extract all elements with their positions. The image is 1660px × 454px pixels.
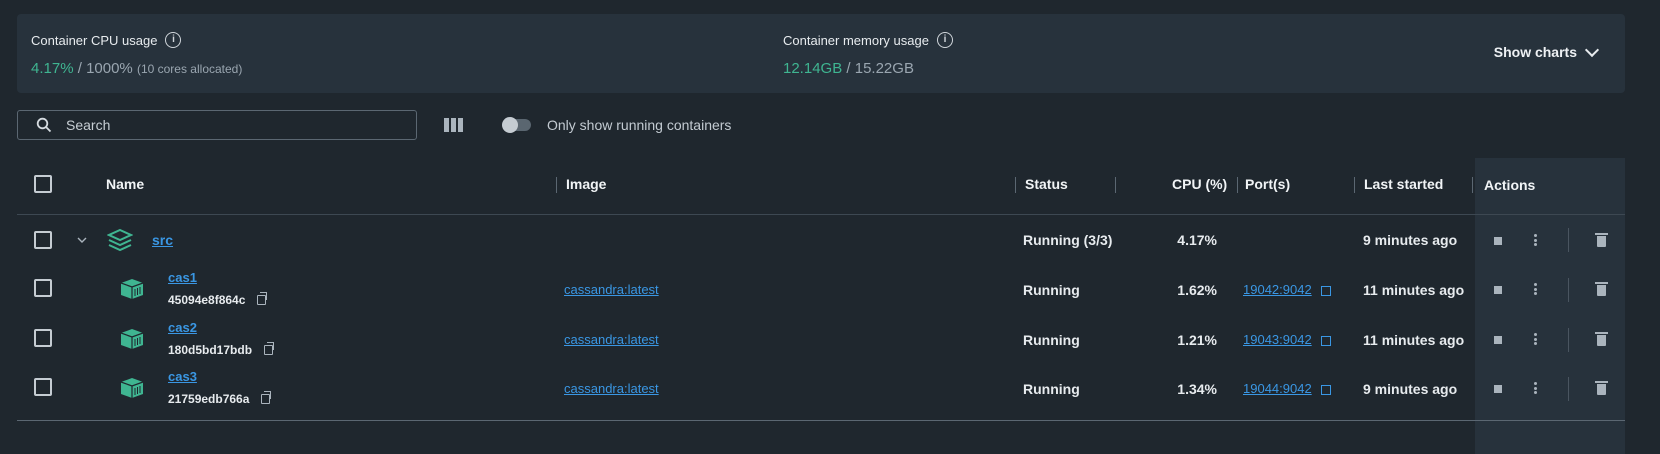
table-row: cas3 21759edb766a cassandra:latest Runni… [17,365,1475,413]
cpu-sep: / [77,60,82,77]
container-last-started: 11 minutes ago [1363,332,1465,348]
stop-icon[interactable] [1494,286,1502,294]
container-status: Running [1023,282,1080,298]
table-row: src Running (3/3) 4.17% 9 minutes ago [17,216,1475,264]
select-all-checkbox[interactable] [34,175,52,193]
stack-icon [107,228,133,252]
header-image[interactable]: Image [566,176,606,192]
table-row: cas1 45094e8f864c cassandra:latest Runni… [17,266,1475,314]
group-last-started: 9 minutes ago [1363,232,1458,248]
delete-icon[interactable] [1595,332,1608,346]
container-name-link[interactable]: cas2 [168,320,197,335]
row-checkbox[interactable] [34,231,52,249]
header-last-started[interactable]: Last started [1364,176,1443,192]
more-options-icon[interactable] [1534,283,1537,295]
stop-icon[interactable] [1494,336,1502,344]
row-checkbox[interactable] [34,378,52,396]
search-input[interactable] [64,116,388,134]
delete-icon[interactable] [1595,282,1608,296]
group-status: Running (3/3) [1023,232,1113,248]
container-last-started: 11 minutes ago [1363,282,1465,298]
external-link-icon[interactable] [1321,335,1332,346]
header-actions: Actions [1484,177,1536,193]
info-icon[interactable]: i [936,32,953,48]
stop-icon[interactable] [1494,385,1502,393]
container-id: 45094e8f864c [168,293,246,307]
column-divider[interactable] [1015,177,1016,193]
show-charts-label: Show charts [1493,44,1577,60]
memory-sep: / [846,60,851,77]
container-icon [120,378,144,398]
stats-panel: Container CPU usage i 4.17% / 1000% (10 … [17,14,1625,93]
port-link[interactable]: 19043:9042 [1243,332,1312,347]
group-cpu: 4.17% [1177,232,1217,248]
container-name-link[interactable]: cas3 [168,369,197,384]
chevron-down-icon [1584,42,1600,58]
container-actions [1475,365,1625,413]
memory-stat: Container memory usage i 12.14GB / 15.22… [783,32,953,77]
group-name-link[interactable]: src [152,232,173,248]
image-link[interactable]: cassandra:latest [564,332,659,347]
memory-stat-label: Container memory usage [783,32,929,48]
group-actions [1475,216,1625,264]
container-status: Running [1023,332,1080,348]
copy-icon[interactable] [261,391,272,405]
column-divider[interactable] [556,177,557,193]
more-options-icon[interactable] [1534,333,1537,345]
copy-icon[interactable] [257,292,268,306]
container-cpu: 1.34% [1177,381,1217,397]
container-icon [120,279,144,299]
column-divider[interactable] [1115,177,1116,193]
container-cpu: 1.62% [1177,282,1217,298]
container-id: 180d5bd17bdb [168,343,253,357]
search-icon [36,117,52,133]
columns-icon[interactable] [444,118,463,132]
cpu-stat: Container CPU usage i 4.17% / 1000% (10 … [31,32,242,77]
delete-icon[interactable] [1595,233,1608,247]
info-icon[interactable]: i [165,32,182,48]
row-checkbox[interactable] [34,329,52,347]
table-header: Name Image Status CPU (%) Port(s) Last s… [17,158,1625,215]
header-cpu[interactable]: CPU (%) [1172,176,1227,192]
container-status: Running [1023,381,1080,397]
header-ports[interactable]: Port(s) [1245,176,1290,192]
memory-total: 15.22GB [854,60,914,77]
table-row: cas2 180d5bd17bdb cassandra:latest Runni… [17,316,1475,364]
header-name[interactable]: Name [106,176,144,192]
container-actions [1475,316,1625,364]
column-divider[interactable] [1472,177,1473,193]
header-status[interactable]: Status [1025,176,1068,192]
show-charts-button[interactable]: Show charts [1493,42,1600,60]
more-options-icon[interactable] [1534,234,1537,246]
external-link-icon[interactable] [1321,384,1332,395]
image-link[interactable]: cassandra:latest [564,381,659,396]
cpu-used: 4.17% [31,60,74,77]
chevron-down-icon[interactable] [77,236,87,244]
external-link-icon[interactable] [1321,285,1332,296]
column-divider[interactable] [1237,177,1238,193]
port-link[interactable]: 19044:9042 [1243,381,1312,396]
container-id: 21759edb766a [168,392,250,406]
column-divider[interactable] [1354,177,1355,193]
image-link[interactable]: cassandra:latest [564,282,659,297]
running-only-toggle[interactable] [502,117,531,133]
container-actions [1475,266,1625,314]
cpu-total: 1000% [86,60,133,77]
memory-used: 12.14GB [783,60,843,77]
more-options-icon[interactable] [1534,382,1537,394]
cpu-cores-note: (10 cores allocated) [136,62,243,76]
delete-icon[interactable] [1595,381,1608,395]
row-checkbox[interactable] [34,279,52,297]
stop-icon[interactable] [1494,237,1502,245]
container-icon [120,329,144,349]
running-only-label: Only show running containers [547,117,732,133]
copy-icon[interactable] [263,342,274,356]
container-last-started: 9 minutes ago [1363,381,1458,397]
cpu-stat-label: Container CPU usage [31,32,158,48]
search-box[interactable] [17,110,417,140]
container-cpu: 1.21% [1177,332,1217,348]
container-name-link[interactable]: cas1 [168,270,197,285]
port-link[interactable]: 19042:9042 [1243,282,1312,297]
